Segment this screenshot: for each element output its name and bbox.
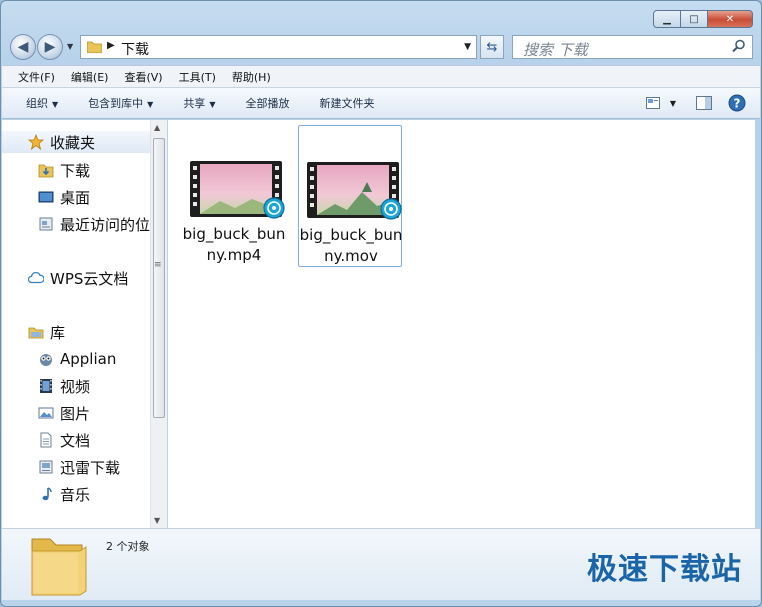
file-name: big_buck_bunny.mov	[299, 226, 403, 265]
nav-item-label: 文档	[60, 431, 91, 450]
nav-item-label: 音乐	[60, 485, 91, 504]
nav-item-recent[interactable]: 最近访问的位	[38, 213, 150, 235]
minimize-button[interactable]: ▁	[653, 10, 681, 28]
address-bar[interactable]: ▶ 下载 ▼	[80, 35, 477, 59]
refresh-button[interactable]: ⇆	[480, 35, 504, 59]
explorer-window: ▁ □ ✕ ◀ ▶ ▼ ▶ 下载 ▼ ⇆ 搜索 下载 文件(F) 编辑(E) 查…	[0, 0, 762, 607]
library-icon	[28, 324, 44, 340]
arrow-right-icon: ▶	[44, 39, 56, 55]
nav-item-music[interactable]: 音乐	[38, 483, 90, 505]
music-note-icon	[38, 486, 54, 502]
recent-pages-dropdown[interactable]: ▼	[67, 42, 73, 51]
chevron-down-icon: ▼	[209, 100, 216, 109]
document-library-icon	[38, 432, 54, 448]
nav-item-label: WPS云文档	[50, 269, 129, 288]
change-view-icon[interactable]	[645, 97, 660, 109]
menu-bar: 文件(F) 编辑(E) 查看(V) 工具(T) 帮助(H)	[2, 65, 760, 87]
video-file-icon	[190, 161, 285, 219]
video-file-icon	[307, 162, 402, 220]
command-bar: 组织 ▼ 包含到库中 ▼ 共享 ▼ 全部播放 新建文件夹 ▼ ?	[2, 87, 760, 119]
downloads-folder-icon	[38, 162, 54, 178]
new-folder-button[interactable]: 新建文件夹	[319, 95, 374, 111]
nav-item-wps[interactable]: WPS云文档	[28, 267, 128, 289]
nav-item-label: 下载	[60, 161, 91, 180]
nav-item-label: 图片	[60, 404, 91, 423]
scroll-grip-icon: ≡	[154, 260, 162, 270]
nav-item-label: 迅雷下载	[60, 458, 121, 477]
cloud-icon	[28, 270, 44, 286]
include-in-library-label: 包含到库中	[88, 97, 144, 110]
close-button[interactable]: ✕	[707, 10, 753, 28]
arrow-left-icon: ◀	[17, 39, 29, 55]
recent-places-icon	[38, 216, 54, 232]
star-icon	[28, 134, 44, 150]
maximize-button[interactable]: □	[680, 10, 708, 28]
file-list: big_buck_bunny.mp4 big_buck_bunny.mov	[168, 120, 755, 528]
address-dropdown-icon[interactable]: ▼	[464, 42, 471, 52]
nav-item-applian[interactable]: Applian	[38, 348, 116, 370]
file-item-mov[interactable]: big_buck_bunny.mov	[298, 125, 402, 267]
breadcrumb-separator-icon[interactable]: ▶	[107, 40, 115, 51]
nav-libraries[interactable]: 库	[28, 321, 65, 343]
xunlei-downloads-icon	[38, 459, 54, 475]
organize-button[interactable]: 组织 ▼	[26, 95, 58, 111]
nav-pane-scrollbar[interactable]: ▲ ≡ ▼	[150, 120, 167, 528]
picture-library-icon	[38, 405, 54, 421]
svg-text:?: ?	[734, 97, 741, 111]
include-in-library-button[interactable]: 包含到库中 ▼	[88, 95, 153, 111]
refresh-icon: ⇆	[486, 39, 498, 55]
nav-item-videos[interactable]: 视频	[38, 375, 90, 397]
nav-item-label: 桌面	[60, 188, 91, 207]
view-options-dropdown-icon[interactable]: ▼	[670, 99, 676, 108]
nav-item-desktop[interactable]: 桌面	[38, 186, 90, 208]
chevron-down-icon: ▼	[147, 100, 154, 109]
video-library-icon	[38, 378, 54, 394]
forward-button[interactable]: ▶	[37, 34, 63, 60]
scrollbar-thumb[interactable]	[153, 138, 165, 418]
menu-tools[interactable]: 工具(T)	[179, 69, 216, 85]
menu-help[interactable]: 帮助(H)	[232, 69, 271, 85]
search-placeholder: 搜索 下载	[523, 41, 588, 59]
menu-file[interactable]: 文件(F)	[18, 69, 55, 85]
file-name: big_buck_bunny.mp4	[182, 225, 286, 264]
navigation-pane: 收藏夹 下载 桌面 最近访问的位 WPS云文档 库 Applian 视频 图片 …	[2, 120, 150, 528]
watermark-text: 极速下载站	[587, 552, 742, 587]
desktop-icon	[38, 189, 54, 205]
organize-label: 组织	[26, 97, 48, 110]
play-all-button[interactable]: 全部播放	[245, 95, 289, 111]
menu-view[interactable]: 查看(V)	[124, 69, 162, 85]
help-icon[interactable]: ?	[728, 94, 746, 112]
file-item-mp4[interactable]: big_buck_bunny.mp4	[182, 125, 286, 267]
nav-item-label: 最近访问的位	[60, 215, 150, 234]
search-icon[interactable]	[732, 39, 746, 53]
chevron-down-icon: ▼	[52, 100, 59, 109]
nav-item-xunlei[interactable]: 迅雷下载	[38, 456, 120, 478]
nav-item-label: Applian	[60, 350, 117, 368]
nav-item-label: 库	[50, 323, 66, 342]
scroll-down-arrow-icon[interactable]: ▼	[154, 516, 160, 525]
menu-edit[interactable]: 编辑(E)	[71, 69, 109, 85]
details-pane: 2 个对象 极速下载站	[2, 528, 760, 600]
item-count: 2 个对象	[106, 540, 150, 553]
navigation-row: ◀ ▶ ▼ ▶ 下载 ▼ ⇆ 搜索 下载	[10, 34, 753, 60]
view-controls: ▼ ?	[632, 94, 746, 112]
nav-item-downloads[interactable]: 下载	[38, 159, 90, 181]
search-input[interactable]: 搜索 下载	[512, 35, 753, 59]
folder-icon	[87, 41, 102, 53]
nav-favorites-label: 收藏夹	[50, 133, 96, 152]
nav-item-label: 视频	[60, 377, 91, 396]
share-button[interactable]: 共享 ▼	[183, 95, 215, 111]
folder-icon	[31, 538, 87, 596]
applian-owl-icon	[38, 351, 54, 367]
scroll-up-arrow-icon[interactable]: ▲	[154, 123, 160, 132]
caption-buttons: ▁ □ ✕	[653, 10, 753, 28]
breadcrumb-current[interactable]: 下载	[121, 39, 149, 59]
nav-item-pictures[interactable]: 图片	[38, 402, 90, 424]
nav-item-documents[interactable]: 文档	[38, 429, 90, 451]
preview-pane-icon[interactable]	[696, 96, 712, 110]
share-label: 共享	[183, 97, 206, 110]
nav-favorites[interactable]: 收藏夹	[2, 131, 150, 153]
back-button[interactable]: ◀	[10, 34, 36, 60]
